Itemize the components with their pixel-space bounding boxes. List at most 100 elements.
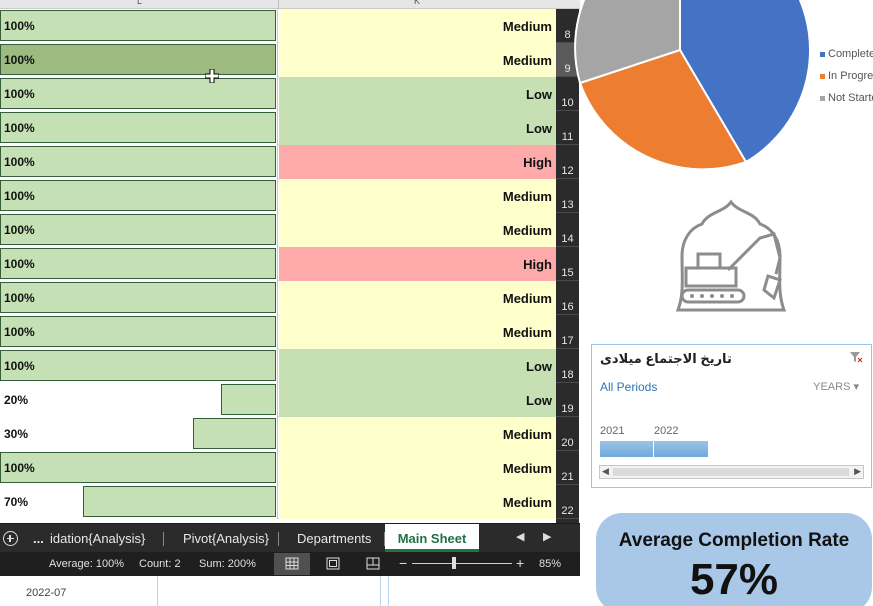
- data-bar: [221, 384, 276, 415]
- zoom-slider[interactable]: [412, 563, 512, 564]
- tab-separator: [163, 532, 164, 546]
- zoom-slider-thumb[interactable]: [452, 557, 456, 569]
- completion-cell[interactable]: 20%: [0, 383, 278, 417]
- priority-cell[interactable]: Medium: [279, 9, 556, 43]
- table-row: 30% Medium: [0, 417, 556, 451]
- completion-cell[interactable]: 100%: [0, 9, 278, 43]
- sheet-tab-bar: ... idation{Analysis} Pivot{Analysis} De…: [0, 523, 580, 552]
- column-header-l[interactable]: L: [137, 0, 142, 6]
- date-slicer: تاريخ الاجتماع ميلادى All Periods YEARS …: [591, 344, 872, 488]
- completion-cell[interactable]: 100%: [0, 179, 278, 213]
- row-number[interactable]: 22: [556, 485, 579, 519]
- completion-cell[interactable]: 100%: [0, 281, 278, 315]
- gridline: [380, 576, 381, 606]
- table-row: 100% Medium: [0, 451, 556, 485]
- timeline-scrollbar[interactable]: ◀ ▶: [599, 465, 864, 479]
- completion-cell[interactable]: 100%: [0, 451, 278, 485]
- legend-swatch: [820, 96, 825, 101]
- priority-cell[interactable]: Medium: [279, 451, 556, 485]
- priority-value: Medium: [502, 19, 552, 34]
- data-bar: [0, 316, 276, 347]
- completion-cell[interactable]: 100%: [0, 145, 278, 179]
- excel-window: L K 100% Medium 100% Medium 100% Low 100% Low 10…: [0, 0, 580, 576]
- tab-pivot-analysis[interactable]: Pivot{Analysis}: [183, 524, 269, 552]
- priority-value: Medium: [502, 291, 552, 306]
- page-break-view-button[interactable]: [355, 553, 391, 575]
- table-row: 20% Low: [0, 383, 556, 417]
- table-row: 100% High: [0, 247, 556, 281]
- zoom-level[interactable]: 85%: [539, 558, 561, 570]
- completion-cell[interactable]: 100%: [0, 315, 278, 349]
- legend-label: In Progre: [828, 70, 873, 82]
- priority-cell[interactable]: Low: [279, 111, 556, 145]
- time-level-dropdown[interactable]: YEARS ▾: [813, 380, 859, 393]
- row-number[interactable]: 21: [556, 451, 579, 485]
- timeline-scroll-thumb[interactable]: [613, 468, 849, 476]
- row-number[interactable]: 17: [556, 315, 579, 349]
- tab-main-sheet[interactable]: Main Sheet: [385, 524, 479, 552]
- completion-cell[interactable]: 70%: [0, 485, 278, 519]
- scroll-left-icon[interactable]: ◀: [602, 466, 609, 477]
- timeline-selection-bar[interactable]: [600, 441, 708, 457]
- priority-value: High: [523, 155, 552, 170]
- priority-cell[interactable]: Medium: [279, 213, 556, 247]
- tab-validation-analysis[interactable]: idation{Analysis}: [50, 524, 145, 552]
- priority-cell[interactable]: Medium: [279, 485, 556, 519]
- completion-cell[interactable]: 100%: [0, 349, 278, 383]
- completion-value: 100%: [4, 461, 35, 475]
- table-row: 100% Medium: [0, 9, 556, 43]
- scroll-tabs-left-icon[interactable]: ◀: [516, 530, 524, 543]
- row-number[interactable]: 19: [556, 383, 579, 417]
- completion-value: 100%: [4, 53, 35, 67]
- completion-value: 100%: [4, 291, 35, 305]
- row-number[interactable]: 20: [556, 417, 579, 451]
- table-row: 100% Medium: [0, 213, 556, 247]
- priority-cell[interactable]: Low: [279, 77, 556, 111]
- priority-cell[interactable]: High: [279, 247, 556, 281]
- priority-value: Low: [526, 121, 552, 136]
- priority-value: Medium: [502, 189, 552, 204]
- completion-cell[interactable]: 30%: [0, 417, 278, 451]
- data-bar: [0, 350, 276, 381]
- row-number[interactable]: 16: [556, 281, 579, 315]
- completion-cell[interactable]: 100%: [0, 43, 278, 77]
- data-bar: [0, 10, 276, 41]
- completion-cell[interactable]: 100%: [0, 247, 278, 281]
- scroll-tabs-right-icon[interactable]: ▶: [543, 530, 551, 543]
- page-break-preview-icon: [366, 557, 380, 570]
- completion-cell[interactable]: 100%: [0, 213, 278, 247]
- status-count: Count: 2: [139, 558, 181, 570]
- priority-cell[interactable]: Medium: [279, 417, 556, 451]
- completion-value: 100%: [4, 87, 35, 101]
- row-number[interactable]: 14: [556, 213, 579, 247]
- row-number[interactable]: 15: [556, 247, 579, 281]
- table-row: 100% Low: [0, 111, 556, 145]
- row-number[interactable]: 18: [556, 349, 579, 383]
- page-layout-view-button[interactable]: [315, 553, 351, 575]
- priority-value: Medium: [502, 427, 552, 442]
- priority-cell[interactable]: High: [279, 145, 556, 179]
- normal-view-button[interactable]: [274, 553, 310, 575]
- column-header-k[interactable]: K: [414, 0, 420, 6]
- priority-cell[interactable]: Medium: [279, 179, 556, 213]
- scroll-right-icon[interactable]: ▶: [854, 466, 861, 477]
- year-label-2021: 2021: [600, 425, 625, 437]
- priority-cell[interactable]: Medium: [279, 281, 556, 315]
- table-row: 100% High: [0, 145, 556, 179]
- add-sheet-icon[interactable]: [3, 531, 18, 546]
- priority-cell[interactable]: Medium: [279, 315, 556, 349]
- legend-label: Complete: [828, 48, 873, 60]
- tab-departments[interactable]: Departments: [297, 524, 371, 552]
- priority-cell[interactable]: Medium: [279, 43, 556, 77]
- data-bar: [0, 282, 276, 313]
- tab-separator: [278, 532, 279, 546]
- zoom-in-button[interactable]: +: [516, 555, 524, 571]
- priority-cell[interactable]: Low: [279, 349, 556, 383]
- more-sheets-button[interactable]: ...: [33, 524, 44, 552]
- zoom-out-button[interactable]: −: [399, 555, 407, 571]
- completion-cell[interactable]: 100%: [0, 111, 278, 145]
- data-bar: [0, 78, 276, 109]
- completion-cell[interactable]: 100%: [0, 77, 278, 111]
- priority-cell[interactable]: Low: [279, 383, 556, 417]
- clear-filter-icon[interactable]: [849, 351, 863, 363]
